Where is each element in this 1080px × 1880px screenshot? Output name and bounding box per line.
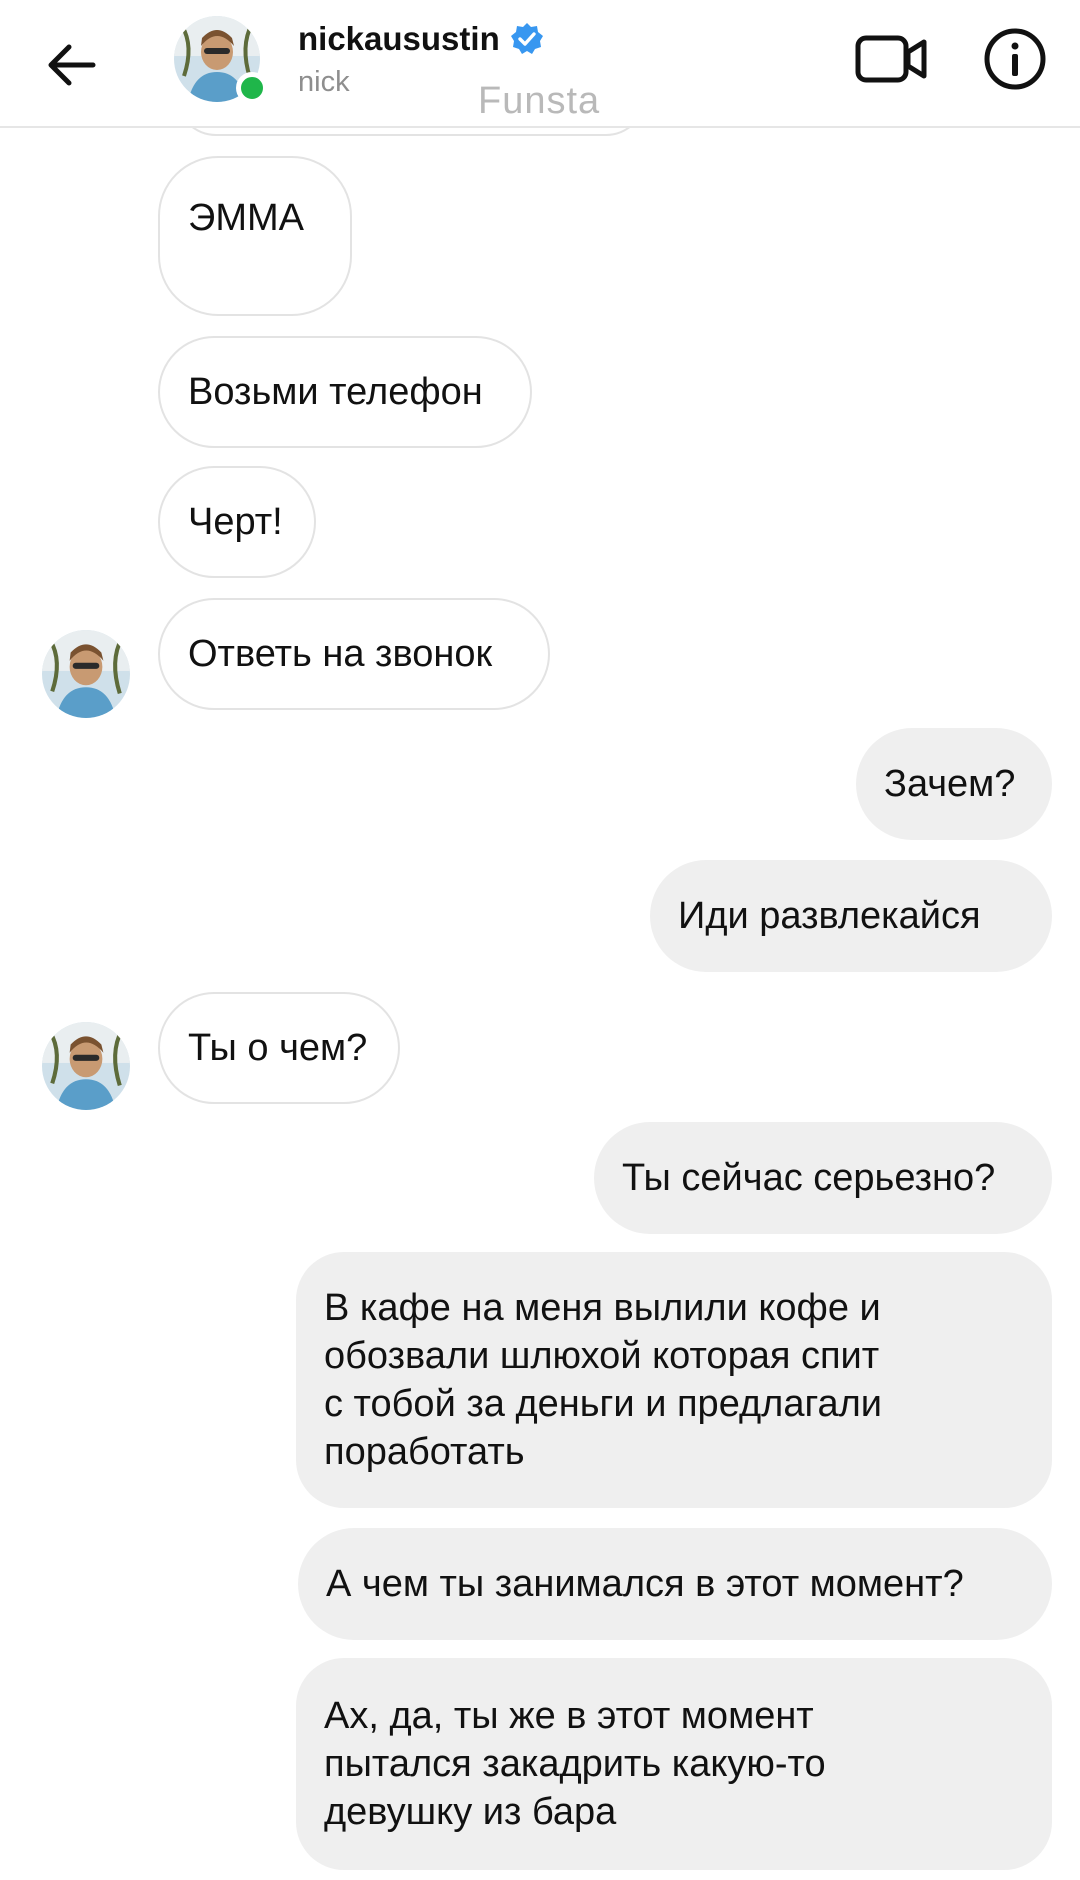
message-bubble-incoming[interactable]: Ответь на звонок [158,598,550,710]
message-text: Ты сейчас серьезно? [622,1157,996,1199]
info-icon [984,28,1046,90]
message-text: ЭММА [188,197,304,239]
message-bubble-outgoing[interactable]: Ты сейчас серьезно? [594,1122,1052,1234]
message-text: Возьми телефон [188,371,483,413]
video-call-button[interactable] [852,24,932,94]
message-bubble-outgoing[interactable]: В кафе на меня вылили кофе и обозвали шл… [296,1252,1052,1508]
watermark: Funsta [478,80,601,122]
message-text: А чем ты занимался в этот момент? [326,1563,964,1605]
video-call-icon [855,35,927,83]
message-text: Ах, да, ты же в этот момент пытался зака… [324,1692,826,1836]
chat-header: nickausustin nick Funsta [0,0,1080,128]
message-line: В кафе на меня вылили кофе и [324,1287,881,1329]
message-text: Ответь на звонок [188,633,493,675]
username-row: nickausustin [298,20,544,58]
message-bubble-outgoing[interactable]: Зачем? [856,728,1052,840]
message-line: девушку из бара [324,1791,617,1833]
sender-avatar[interactable] [42,1022,130,1110]
message-bubble-outgoing[interactable]: Ах, да, ты же в этот момент пытался зака… [296,1658,1052,1870]
sender-avatar[interactable] [42,630,130,718]
message-text: Ты о чем? [188,1027,368,1069]
message-bubble-outgoing[interactable]: А чем ты занимался в этот момент? [298,1528,1052,1640]
message-text: В кафе на меня вылили кофе и обозвали шл… [324,1284,882,1476]
message-text: Черт! [188,501,283,543]
message-line: Ах, да, ты же в этот момент [324,1695,814,1737]
message-line: с тобой за деньги и предлагали [324,1383,883,1425]
message-bubble-incoming[interactable]: ЭММА [158,156,352,316]
message-text: Зачем? [884,763,1016,805]
username[interactable]: nickausustin [298,20,500,58]
message-bubble-outgoing[interactable]: Иди развлекайся [650,860,1052,972]
verified-badge-icon [510,23,543,54]
info-button[interactable] [980,24,1050,94]
display-name: nick [298,66,350,98]
back-button[interactable] [36,30,106,100]
message-line: пытался закадрить какую-то [324,1743,826,1785]
message-bubble-incoming[interactable]: Ты о чем? [158,992,400,1104]
profile-avatar[interactable] [174,16,268,104]
message-line: обозвали шлюхой которая спит [324,1335,880,1377]
online-status-dot [236,72,268,104]
back-arrow-icon [48,44,96,86]
message-line: поработать [324,1431,525,1473]
message-text: Иди развлекайся [678,895,981,937]
message-bubble-incoming[interactable]: Черт! [158,466,316,578]
message-bubble-incoming[interactable]: Возьми телефон [158,336,532,448]
